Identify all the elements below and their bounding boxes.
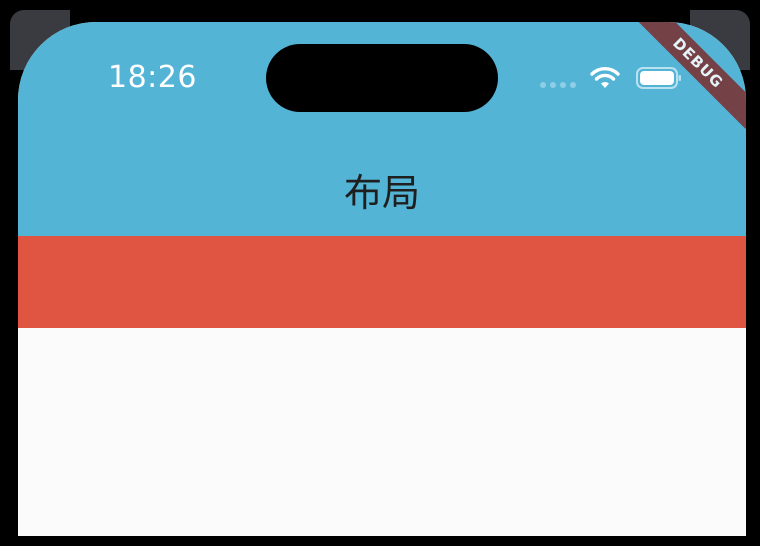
body-content	[18, 328, 746, 536]
debug-label: DEBUG	[632, 22, 746, 129]
cellular-signal-icon	[540, 82, 576, 88]
debug-banner: DEBUG	[616, 22, 746, 152]
status-time: 18:26	[108, 60, 197, 95]
device-frame: 18:26 布局 DEBUG	[0, 0, 760, 546]
phone-screen: 18:26 布局 DEBUG	[18, 22, 746, 536]
red-container	[18, 236, 746, 328]
dynamic-island	[266, 44, 498, 112]
page-title: 布局	[343, 171, 420, 215]
